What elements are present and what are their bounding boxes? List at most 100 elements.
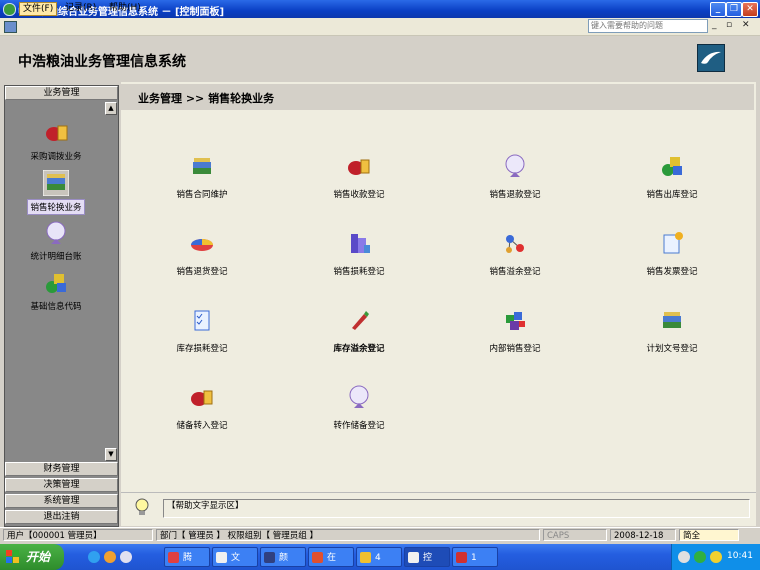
tile-sales-outbound[interactable]: 销售出库登记 [607,153,737,200]
sidebar: 业务管理 ▲ ▼ 采购调拨业务 销售轮换业务 统计明细台账 基础信息代码 财务管… [4,85,119,527]
sidebar-item-label: 基础信息代码 [30,302,82,312]
buildings-icon [351,234,370,253]
tile-reserve-out[interactable]: 转作储备登记 [294,384,424,431]
books-icon [193,158,211,174]
app-header: 中浩粮油业务管理信息系统 [0,36,760,82]
tile-sales-loss[interactable]: 销售损耗登记 [294,230,424,277]
sidebar-item-label: 统计明细台账 [30,252,82,262]
statistics-icon [46,221,66,244]
sidebar-item-label: 采购调拨业务 [30,152,82,162]
tile-label: 销售溢余登记 [489,267,541,277]
scroll-down-button[interactable]: ▼ [105,448,117,461]
minimize-button[interactable]: _ [710,2,726,17]
tile-label: 销售退货登记 [176,267,228,277]
mdi-close-button[interactable]: ✕ [742,20,750,30]
tile-stock-surplus[interactable]: 库存溢余登记 [294,307,424,354]
app-icon [216,552,227,563]
windows-flag-icon [6,550,19,563]
taskbar-button-1[interactable]: 腾 [164,547,210,567]
form-icon [4,21,17,33]
sidebar-section-system[interactable]: 系统管理 [5,494,118,508]
tray-volume-icon[interactable] [710,551,722,563]
taskbar-button-6[interactable]: 控 [404,547,450,567]
system-title: 中浩粮油业务管理信息系统 [18,54,186,70]
tile-plan-document[interactable]: 计划文号登记 [607,307,737,354]
status-caps: CAPS [543,529,607,541]
status-dept: 部门【 管理员 】 权限组别【 管理员组 】 [156,529,540,541]
app-icon [264,552,275,563]
basic-info-icon [46,274,66,293]
tile-label: 销售损耗登记 [333,267,385,277]
taskbar-button-5[interactable]: 4 [356,547,402,567]
tile-sales-refund[interactable]: 销售退款登记 [450,153,580,200]
quicklaunch-desktop-icon[interactable] [120,551,132,563]
tile-sales-surplus[interactable]: 销售溢余登记 [450,230,580,277]
app-icon [312,552,323,563]
mdi-restore-button[interactable]: ▫ [726,20,732,30]
sidebar-item-sales-rotation[interactable]: 销售轮换业务 [7,170,105,215]
taskbar-button-7[interactable]: 1 [452,547,498,567]
taskbar-button-label: 颜 [279,553,289,563]
close-button[interactable]: ✕ [742,2,758,17]
tile-label: 销售退款登记 [489,190,541,200]
status-date: 2008-12-18 [610,529,676,541]
tile-sales-invoice[interactable]: 销售发票登记 [607,230,737,277]
app-icon [168,552,179,563]
sidebar-section-finance[interactable]: 财务管理 [5,462,118,476]
tile-sales-contract[interactable]: 销售合同维护 [137,153,267,200]
taskbar-button-label: 在 [327,553,337,563]
sidebar-item-purchase[interactable]: 采购调拨业务 [7,120,105,163]
sidebar-item-label: 销售轮换业务 [27,199,85,215]
money-bag-icon [348,159,370,175]
help-search-input[interactable]: 键入需要帮助的问题 [588,19,708,33]
molecule-icon [506,235,524,253]
status-user: 用户【000001 管理员】 [3,529,153,541]
sidebar-header-business[interactable]: 业务管理 [5,86,118,100]
menu-record[interactable]: 记录(R) [62,2,99,14]
tray-antivirus-icon[interactable] [694,551,706,563]
pie-chart-icon [191,239,213,251]
tile-sales-receipt[interactable]: 销售收款登记 [294,153,424,200]
company-logo [697,44,725,72]
tile-internal-sales[interactable]: 内部销售登记 [450,307,580,354]
taskbar-clock: 10:41 [727,551,753,561]
sidebar-item-statistics[interactable]: 统计明细台账 [7,220,105,263]
quicklaunch-ie-icon[interactable] [88,551,100,563]
sidebar-section-logout[interactable]: 退出注销 [5,510,118,524]
mdi-minimize-button[interactable]: _ [712,20,717,30]
taskbar-button-label: 腾 [183,553,193,563]
sidebar-section-decision[interactable]: 决策管理 [5,478,118,492]
sidebar-item-basic-info[interactable]: 基础信息代码 [7,270,105,313]
app-icon[interactable] [3,3,16,16]
tile-label: 转作储备登记 [333,421,385,431]
money-bag-icon [191,390,213,406]
taskbar-button-2[interactable]: 文 [212,547,258,567]
start-label: 开始 [26,550,51,564]
main-panel [121,82,756,525]
help-text-box: 【帮助文字显示区】 [163,499,750,518]
menu-file[interactable]: 文件(F) [19,2,58,16]
restore-button[interactable]: ❐ [726,2,742,17]
taskbar-button-3[interactable]: 颜 [260,547,306,567]
globe-icon [505,154,525,177]
tile-sales-return[interactable]: 销售退货登记 [137,230,267,277]
app-icon [408,552,419,563]
scroll-up-button[interactable]: ▲ [105,102,117,115]
menu-help[interactable]: 帮助(H) [106,2,144,14]
sales-rotation-icon [43,170,69,196]
cubes-icon [506,312,525,330]
pen-icon [352,311,369,330]
breadcrumb: 业务管理 >> 销售轮换业务 [138,92,275,105]
shapes-icon [662,157,682,176]
taskbar-button-4[interactable]: 在 [308,547,354,567]
tile-label: 库存损耗登记 [176,344,228,354]
quicklaunch-media-icon[interactable] [104,551,116,563]
books-icon [663,312,681,328]
app-icon [456,552,467,563]
lightbulb-icon [135,498,149,515]
app-icon [360,552,371,563]
tray-network-icon[interactable] [678,551,690,563]
ime-status[interactable]: 简全 [679,529,739,541]
tile-reserve-in[interactable]: 储备转入登记 [137,384,267,431]
tile-stock-loss[interactable]: 库存损耗登记 [137,307,267,354]
